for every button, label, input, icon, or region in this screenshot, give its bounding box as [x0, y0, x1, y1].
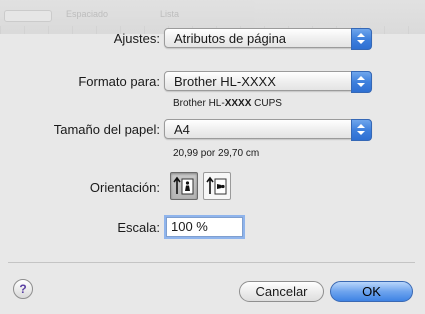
settings-label: Ajustes: — [113, 31, 160, 46]
popup-arrows-icon — [351, 71, 372, 93]
landscape-orientation-icon — [206, 176, 227, 195]
orientation-label: Orientación: — [89, 180, 160, 195]
orientation-portrait-button[interactable] — [170, 172, 198, 200]
paper-size-popup[interactable]: A4 — [164, 119, 372, 141]
page-setup-sheet: Ajustes: Atributos de página Formato par… — [0, 0, 425, 314]
help-button[interactable]: ? — [13, 279, 33, 299]
paper-dimensions: 20,99 por 29,70 cm — [173, 148, 260, 159]
printer-note-model: XXXX — [224, 98, 252, 109]
printer-note-suffix: CUPS — [251, 98, 282, 109]
divider — [8, 262, 415, 263]
orientation-landscape-button[interactable] — [203, 172, 231, 200]
popup-arrows-icon — [351, 28, 372, 50]
ok-button[interactable]: OK — [330, 281, 413, 302]
paper-size-value: A4 — [174, 122, 190, 137]
cancel-button[interactable]: Cancelar — [239, 281, 324, 302]
printer-driver-note: Brother HL-XXXX CUPS — [173, 98, 282, 109]
scale-label: Escala: — [117, 220, 160, 235]
portrait-orientation-icon — [173, 176, 194, 195]
settings-value: Atributos de página — [174, 31, 287, 46]
settings-popup[interactable]: Atributos de página — [164, 28, 372, 50]
paper-size-label: Tamaño del papel: — [53, 122, 160, 137]
format-for-popup[interactable]: Brother HL-XXXX — [164, 71, 372, 93]
format-for-value: Brother HL-XXXX — [174, 74, 276, 89]
scale-input[interactable]: 100 % — [166, 217, 243, 237]
format-for-label: Formato para: — [78, 74, 160, 89]
popup-arrows-icon — [351, 119, 372, 141]
printer-note-prefix: Brother HL- — [173, 98, 225, 109]
